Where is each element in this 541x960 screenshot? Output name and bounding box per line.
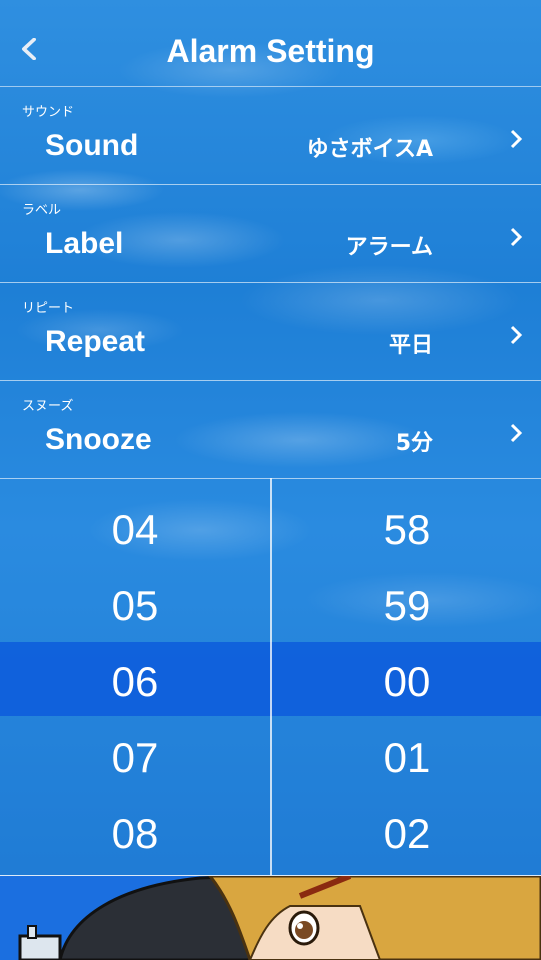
character-illustration <box>0 876 541 960</box>
snooze-label: Snooze <box>45 423 152 456</box>
hour-option[interactable]: 05 <box>0 582 270 630</box>
sound-value: ゆさボイスA <box>306 137 433 162</box>
chevron-right-icon <box>510 325 523 345</box>
minute-option-selected[interactable]: 00 <box>272 658 541 706</box>
label-kana: ラベル <box>22 203 62 218</box>
minute-option[interactable]: 59 <box>272 582 541 630</box>
chevron-right-icon <box>510 227 523 247</box>
hour-option[interactable]: 04 <box>0 506 270 554</box>
repeat-label: Repeat <box>45 325 146 358</box>
time-picker[interactable]: 04 05 06 07 08 58 59 00 01 02 <box>0 478 541 877</box>
chevron-right-icon <box>510 423 523 443</box>
sound-label: Sound <box>45 129 139 162</box>
label-value: アラーム <box>345 235 433 260</box>
hour-option-selected[interactable]: 06 <box>0 658 270 706</box>
page-title: Alarm Setting <box>166 33 375 69</box>
hour-option[interactable]: 07 <box>0 734 270 782</box>
label-row[interactable]: ラベル Label アラーム <box>0 185 541 283</box>
sound-row[interactable]: サウンド Sound ゆさボイスA <box>0 87 541 185</box>
chevron-right-icon <box>510 129 523 149</box>
minute-option[interactable]: 58 <box>272 506 541 554</box>
repeat-row[interactable]: リピート Repeat 平日 <box>0 283 541 381</box>
minute-option[interactable]: 02 <box>272 810 541 858</box>
sound-kana: サウンド <box>22 105 75 120</box>
snooze-kana: スヌーズ <box>22 399 74 414</box>
hour-option[interactable]: 08 <box>0 810 270 858</box>
label-label: Label <box>45 227 124 260</box>
repeat-value: 平日 <box>388 333 433 358</box>
snooze-value: 5分 <box>395 431 433 456</box>
snooze-row[interactable]: スヌーズ Snooze 5分 <box>0 381 541 479</box>
repeat-kana: リピート <box>22 301 75 316</box>
header-bar: Alarm Setting <box>0 0 541 87</box>
minute-option[interactable]: 01 <box>272 734 541 782</box>
